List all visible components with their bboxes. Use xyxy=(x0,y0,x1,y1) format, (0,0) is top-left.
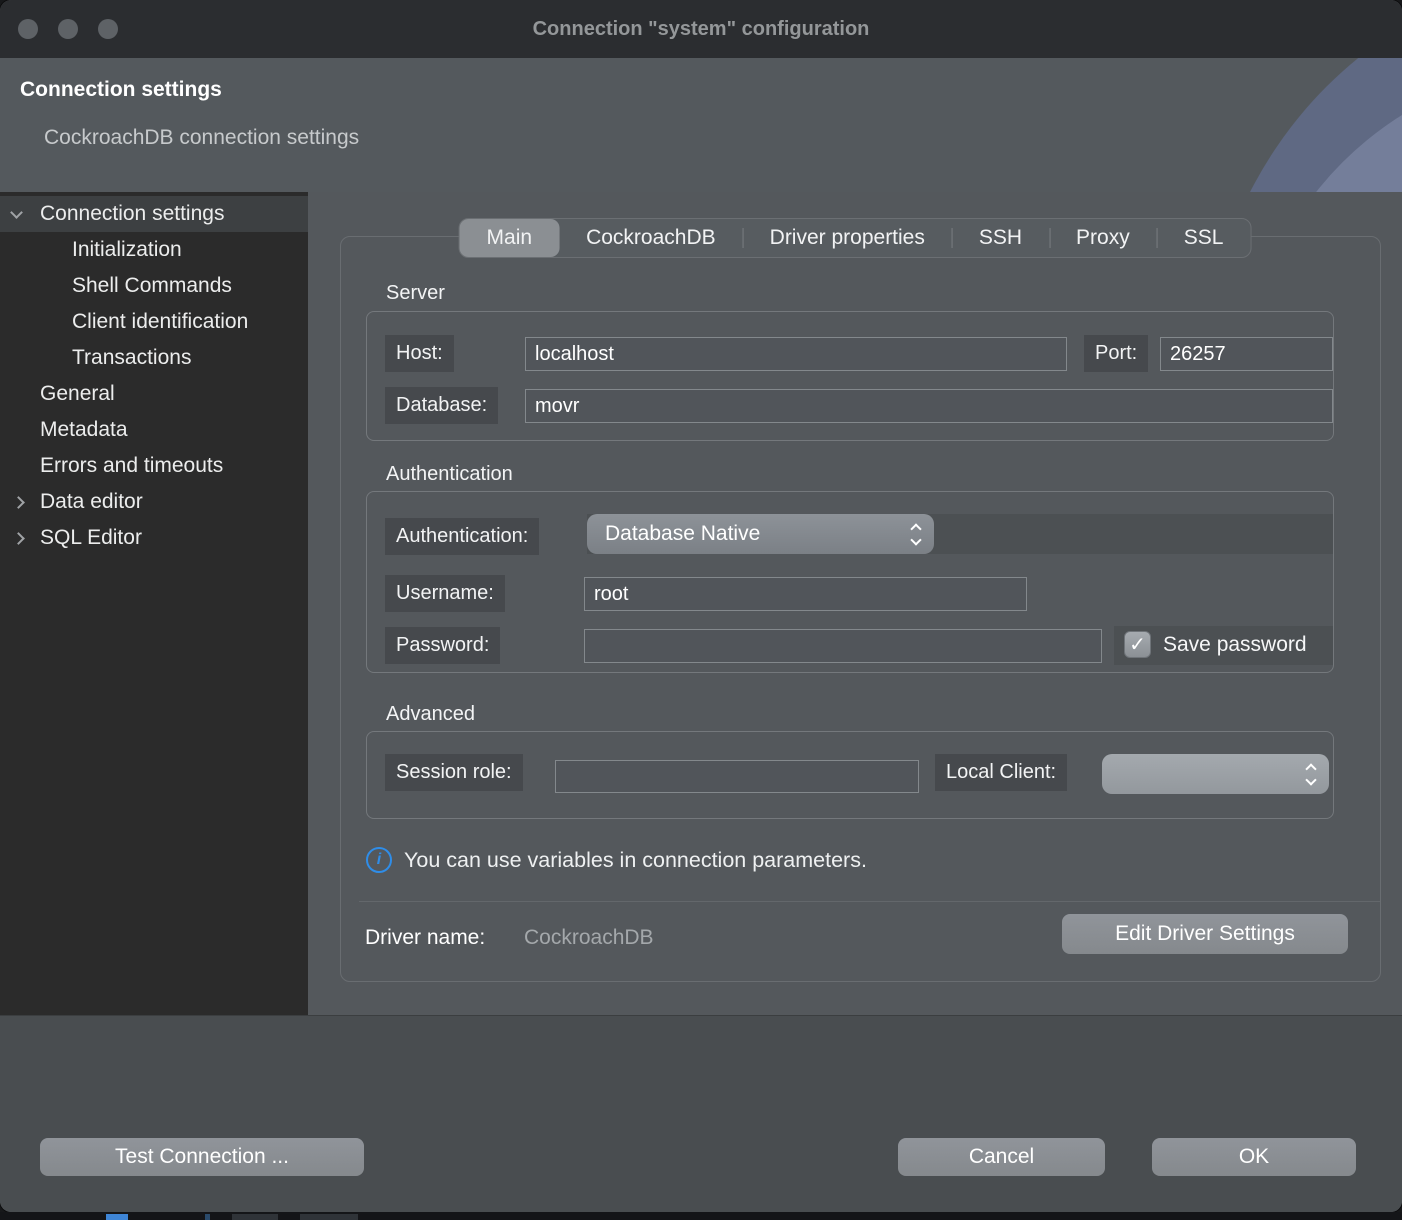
sidebar-item-label: Data editor xyxy=(40,490,143,514)
sidebar-item[interactable]: Metadata xyxy=(0,412,308,448)
tab-label: SSH xyxy=(979,226,1022,250)
authentication-select[interactable]: Database Native xyxy=(587,514,934,554)
sidebar-item[interactable]: Transactions xyxy=(0,340,308,376)
save-password-checkbox[interactable]: ✓ xyxy=(1124,631,1151,658)
dialog-footer: Test Connection ... Cancel OK xyxy=(0,1015,1402,1212)
sidebar-item[interactable]: Shell Commands xyxy=(0,268,308,304)
save-password-label: Save password xyxy=(1163,633,1307,657)
username-label: Username: xyxy=(385,575,505,612)
sidebar-item-label: General xyxy=(40,382,115,406)
sidebar-item[interactable]: SQL Editor xyxy=(0,520,308,556)
sidebar-item-label: Connection settings xyxy=(40,202,224,226)
authentication-select-value: Database Native xyxy=(605,522,912,546)
tab[interactable]: Driver properties xyxy=(743,219,952,257)
tab[interactable]: SSH xyxy=(952,219,1049,257)
local-client-label: Local Client: xyxy=(935,754,1067,791)
background-fragment xyxy=(106,1214,128,1220)
cancel-button[interactable]: Cancel xyxy=(898,1138,1105,1176)
sidebar-item[interactable]: Client identification xyxy=(0,304,308,340)
divider xyxy=(359,901,1380,902)
window-title: Connection "system" configuration xyxy=(0,0,1402,58)
authentication-label: Authentication: xyxy=(385,518,539,555)
checkmark-icon: ✓ xyxy=(1129,632,1146,657)
authentication-group: Authentication: Database Native Username… xyxy=(366,491,1334,673)
page-title: Connection settings xyxy=(20,78,222,102)
authentication-section-label: Authentication xyxy=(386,463,513,486)
tab[interactable]: SSL xyxy=(1157,219,1251,257)
port-label: Port: xyxy=(1084,335,1148,372)
sidebar-item[interactable]: General xyxy=(0,376,308,412)
sidebar-item-label: Metadata xyxy=(40,418,128,442)
tab-label: Proxy xyxy=(1076,226,1130,250)
sidebar-item-label: Errors and timeouts xyxy=(40,454,223,478)
tab-label: Driver properties xyxy=(770,226,925,250)
background-window-strip xyxy=(0,1212,1402,1220)
page-subtitle: CockroachDB connection settings xyxy=(44,126,359,150)
port-input[interactable] xyxy=(1160,337,1333,371)
tab-bar: Main CockroachDB Driver properties SSH xyxy=(459,218,1252,258)
info-icon: i xyxy=(366,847,392,873)
session-role-label: Session role: xyxy=(385,754,523,791)
advanced-group: Session role: Local Client: xyxy=(366,731,1334,819)
tab-label: Main xyxy=(487,226,533,250)
local-client-select[interactable] xyxy=(1102,754,1329,794)
dropdown-chevrons-icon xyxy=(912,522,920,547)
host-input[interactable] xyxy=(525,337,1067,371)
settings-tree: Connection settings Initialization Shell… xyxy=(0,192,308,1015)
session-role-input[interactable] xyxy=(555,760,919,793)
background-fragment xyxy=(300,1214,358,1220)
server-group: Host: Port: Database: xyxy=(366,311,1334,441)
main-tab-panel: Server Host: Port: Database: Authenticat… xyxy=(340,236,1381,982)
dialog-header: Connection settings CockroachDB connecti… xyxy=(0,58,1402,192)
password-label: Password: xyxy=(385,627,500,664)
sidebar-item-label: Client identification xyxy=(72,310,248,334)
advanced-section-label: Advanced xyxy=(386,703,475,726)
sidebar-item[interactable]: Errors and timeouts xyxy=(0,448,308,484)
sidebar-item-label: Transactions xyxy=(72,346,191,370)
tab-label: CockroachDB xyxy=(586,226,716,250)
password-input[interactable] xyxy=(584,629,1102,663)
edit-driver-settings-button[interactable]: Edit Driver Settings xyxy=(1062,914,1348,954)
tab[interactable]: CockroachDB xyxy=(559,219,743,257)
tree-chevron-icon[interactable] xyxy=(8,212,40,217)
sidebar-item-label: Shell Commands xyxy=(72,274,232,298)
sidebar-item[interactable]: Connection settings xyxy=(0,196,308,232)
tree-chevron-icon[interactable] xyxy=(8,498,40,507)
test-connection-button[interactable]: Test Connection ... xyxy=(40,1138,364,1176)
database-input[interactable] xyxy=(525,389,1333,423)
background-fragment xyxy=(232,1214,278,1220)
tab[interactable]: Proxy xyxy=(1049,219,1157,257)
info-text: You can use variables in connection para… xyxy=(404,848,867,873)
tree-chevron-icon[interactable] xyxy=(8,534,40,543)
sidebar-item-label: Initialization xyxy=(72,238,182,262)
main-area: Main CockroachDB Driver properties SSH xyxy=(308,192,1402,1015)
database-label: Database: xyxy=(385,387,498,424)
background-fragment xyxy=(205,1214,210,1220)
connection-configuration-dialog: Connection "system" configuration Connec… xyxy=(0,0,1402,1212)
driver-name-value: CockroachDB xyxy=(524,926,654,950)
server-section-label: Server xyxy=(386,282,445,305)
sidebar-item[interactable]: Initialization xyxy=(0,232,308,268)
ok-button[interactable]: OK xyxy=(1152,1138,1356,1176)
title-bar: Connection "system" configuration xyxy=(0,0,1402,58)
driver-name-label: Driver name: xyxy=(365,926,485,950)
tab[interactable]: Main xyxy=(460,219,560,257)
username-input[interactable] xyxy=(584,577,1027,611)
dropdown-chevrons-icon xyxy=(1307,762,1315,787)
sidebar-item-label: SQL Editor xyxy=(40,526,142,550)
sidebar-item[interactable]: Data editor xyxy=(0,484,308,520)
host-label: Host: xyxy=(385,335,454,372)
tab-label: SSL xyxy=(1184,226,1224,250)
content-area: Connection settings Initialization Shell… xyxy=(0,192,1402,1015)
